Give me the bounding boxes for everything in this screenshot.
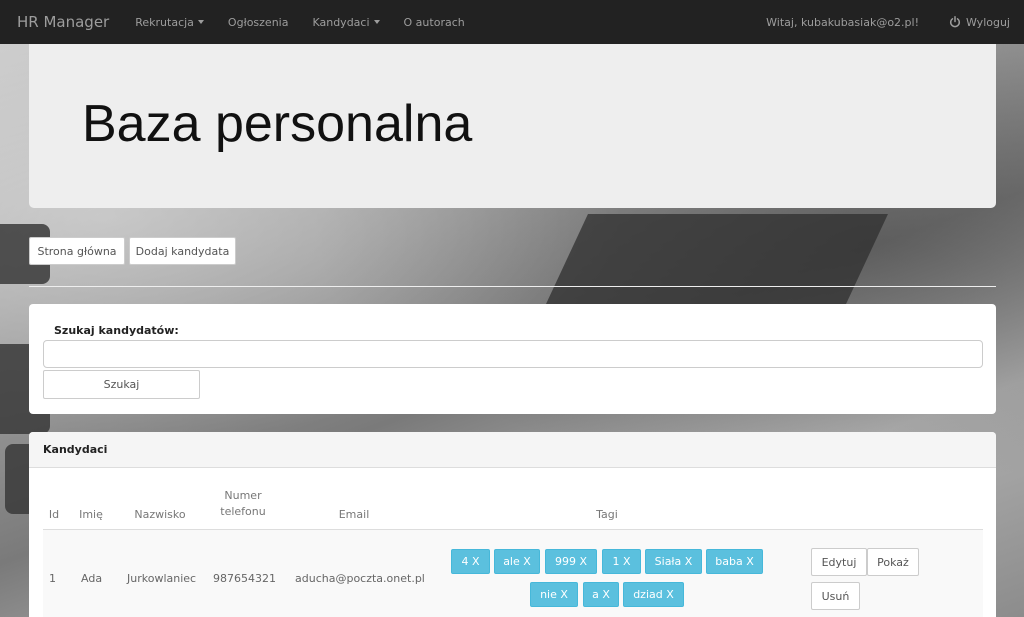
caret-down-icon [197,20,204,24]
tag-remove-button[interactable]: 4 X [451,549,490,574]
show-button[interactable]: Pokaż [867,548,919,576]
nav-item-rekrutacja[interactable]: Rekrutacja [135,16,204,29]
tag-remove-button[interactable]: ale X [494,549,540,574]
nav-item-label: Ogłoszenia [227,15,289,29]
panel-title: Kandydaci [43,443,108,456]
column-header-tags: Tagi [596,508,618,521]
column-header-first-name: Imię [79,508,103,521]
cell-last-name: Jurkowlaniec [127,572,197,585]
tag-remove-button[interactable]: a X [583,582,619,607]
power-icon [950,16,960,28]
navbar-right: Witaj, kubakubasiak@o2.pl! Wyloguj [766,16,1024,29]
top-navbar: HR Manager Rekrutacja Ogłoszenia Kandyda… [0,0,1024,44]
cell-phone: 987654321 [213,572,276,585]
tag-remove-button[interactable]: baba X [706,549,763,574]
delete-button[interactable]: Usuń [811,582,860,610]
tag-remove-button[interactable]: 1 X [602,549,641,574]
tag-remove-button[interactable]: 999 X [545,549,597,574]
search-input[interactable] [43,340,983,368]
cell-id: 1 [49,572,56,585]
nav-item-label: Kandydaci [312,15,370,29]
divider [29,286,996,287]
user-greeting-link[interactable]: Witaj, kubakubasiak@o2.pl! [766,16,919,29]
column-header-id: Id [48,508,60,521]
nav-item-label: O autorach [403,15,465,29]
candidates-panel: Kandydaci Id Imię Nazwisko Numer telefon… [29,432,996,617]
nav-item-label: Rekrutacja [135,15,194,29]
search-title: Szukaj kandydatów: [54,324,179,337]
nav-item-o-autorach[interactable]: O autorach [404,16,465,29]
page-title: Baza personalna [82,95,473,153]
caret-down-icon [373,20,380,24]
edit-button[interactable]: Edytuj [811,548,867,576]
jumbotron: Baza personalna [29,44,996,208]
search-panel: Szukaj kandydatów: Szukaj [29,304,996,414]
nav-item-ogloszenia[interactable]: Ogłoszenia [228,16,289,29]
column-header-phone: Numer telefonu [207,488,279,520]
search-button[interactable]: Szukaj [43,370,200,399]
tag-remove-button[interactable]: dziad X [623,582,684,607]
logout-link[interactable]: Wyloguj [949,16,1010,29]
tag-remove-button[interactable]: Siała X [645,549,702,574]
column-header-email: Email [338,508,370,521]
column-header-last-name: Nazwisko [134,508,186,521]
home-button[interactable]: Strona główna [29,237,125,265]
column-header-phone-line: Numer [224,489,262,502]
cell-email: aducha@poczta.onet.pl [295,572,425,585]
brand-link[interactable]: HR Manager [17,13,109,31]
column-header-phone-line: telefonu [220,505,266,518]
panel-heading: Kandydaci [29,432,996,468]
add-candidate-button[interactable]: Dodaj kandydata [129,237,236,265]
cell-first-name: Ada [81,572,103,585]
nav-item-kandydaci[interactable]: Kandydaci [312,15,380,29]
tag-remove-button[interactable]: nie X [530,582,578,607]
logout-label: Wyloguj [966,15,1010,29]
